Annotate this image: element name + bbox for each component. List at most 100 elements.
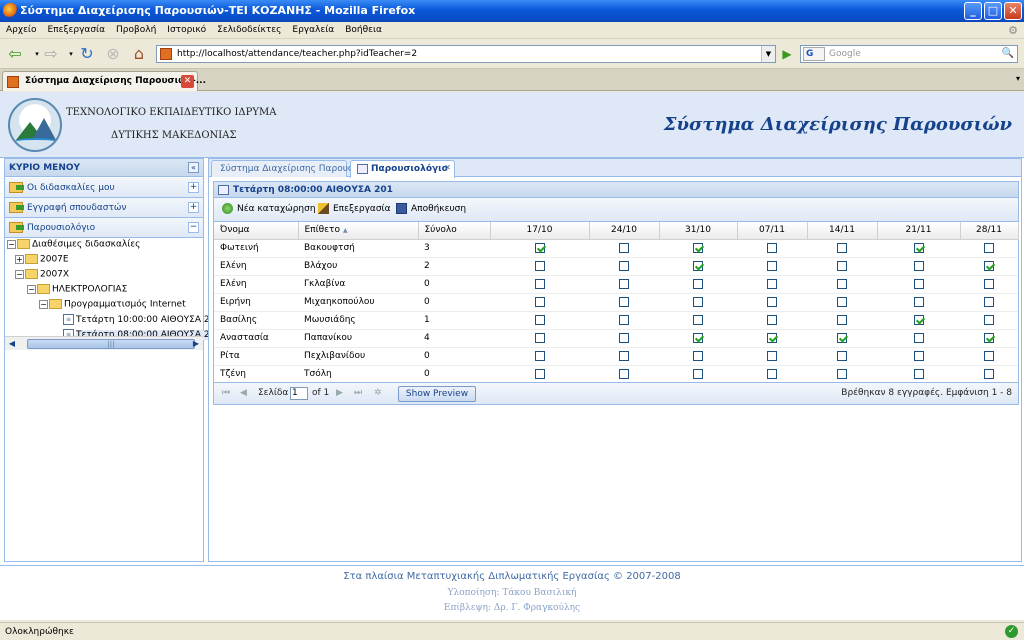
attendance-checkbox[interactable] bbox=[913, 332, 924, 343]
attendance-checkbox[interactable] bbox=[619, 350, 629, 361]
attendance-checkbox[interactable] bbox=[693, 296, 703, 307]
accordion-attendance[interactable]: Παρουσιολόγιο − bbox=[5, 218, 203, 238]
attendance-checkbox[interactable] bbox=[619, 260, 629, 271]
attendance-checkbox[interactable] bbox=[767, 260, 777, 271]
search-icon[interactable]: 🔍 bbox=[1001, 47, 1015, 61]
attendance-checkbox[interactable] bbox=[913, 296, 924, 307]
column-header-date[interactable]: 21/11 bbox=[877, 222, 961, 240]
column-header-last-name[interactable]: Επίθετο ▲ bbox=[298, 222, 419, 240]
show-preview-button[interactable]: Show Preview bbox=[398, 386, 476, 402]
table-row[interactable]: Ελένη Γκλαβίνα 0 bbox=[214, 275, 1018, 294]
tree-node-root[interactable]: − Διαθέσιμες διδασκαλίες bbox=[7, 239, 140, 254]
attendance-checkbox-checked[interactable] bbox=[837, 332, 847, 343]
attendance-checkbox[interactable] bbox=[534, 350, 545, 361]
tab-list-icon[interactable]: ▾ bbox=[1016, 74, 1020, 83]
menu-edit[interactable]: Επεξεργασία bbox=[42, 22, 111, 35]
home-icon[interactable]: ⌂ bbox=[128, 44, 150, 64]
attendance-checkbox[interactable] bbox=[767, 314, 777, 325]
accordion-label[interactable]: Παρουσιολόγιο bbox=[27, 223, 95, 233]
table-row[interactable]: Ειρήνη Μιχαηκοπούλου 0 bbox=[214, 293, 1018, 312]
attendance-checkbox[interactable] bbox=[534, 314, 545, 325]
attendance-checkbox-checked[interactable] bbox=[693, 242, 703, 253]
attendance-checkbox[interactable] bbox=[837, 368, 847, 379]
scroll-right-icon[interactable]: ▶ bbox=[190, 338, 202, 350]
next-page-icon[interactable]: ▶ bbox=[336, 388, 343, 398]
attendance-checkbox[interactable] bbox=[767, 350, 777, 361]
table-row[interactable]: Βασίλης Μωυσιάδης 1 bbox=[214, 311, 1018, 330]
attendance-checkbox-checked[interactable] bbox=[767, 332, 777, 343]
table-row[interactable]: Τζένη Τσόλη 0 bbox=[214, 365, 1018, 384]
attendance-checkbox-checked[interactable] bbox=[693, 260, 703, 271]
page-number-input[interactable]: 1 bbox=[290, 387, 308, 400]
menu-view[interactable]: Προβολή bbox=[110, 22, 161, 35]
edit-button[interactable]: Επεξεργασία bbox=[318, 203, 391, 214]
tab-label[interactable]: Σύστημα Διαχείρισης Παρουσιών bbox=[220, 164, 369, 174]
expand-icon[interactable]: + bbox=[188, 182, 199, 193]
attendance-checkbox[interactable] bbox=[837, 242, 847, 253]
attendance-checkbox[interactable] bbox=[619, 332, 629, 343]
expand-icon[interactable]: + bbox=[188, 202, 199, 213]
attendance-checkbox[interactable] bbox=[534, 278, 545, 289]
attendance-checkbox[interactable] bbox=[619, 278, 629, 289]
menu-bookmarks[interactable]: Σελιδοδείκτες bbox=[211, 22, 286, 35]
column-header-first-name[interactable]: Όνομα bbox=[214, 222, 299, 240]
collapse-icon[interactable]: − bbox=[188, 222, 199, 233]
attendance-checkbox[interactable] bbox=[767, 368, 777, 379]
close-tab-icon[interactable]: ✕ bbox=[444, 163, 451, 172]
attendance-checkbox[interactable] bbox=[984, 296, 994, 307]
column-header-total[interactable]: Σύνολο bbox=[418, 222, 491, 240]
tree-node-label[interactable]: Διαθέσιμες διδασκαλίες bbox=[32, 240, 140, 250]
tree-expander-icon[interactable]: − bbox=[27, 284, 36, 294]
column-header-date[interactable]: 17/10 bbox=[490, 222, 590, 240]
tree-node-label[interactable]: ΗΛΕΚΤΡΟΛΟΓΙΑΣ bbox=[52, 285, 127, 295]
attendance-checkbox[interactable] bbox=[837, 278, 847, 289]
search-bar[interactable]: G Google 🔍 bbox=[800, 45, 1018, 63]
collapse-panel-icon[interactable]: « bbox=[188, 162, 199, 173]
tree-node-department[interactable]: − ΗΛΕΚΤΡΟΛΟΓΙΑΣ bbox=[27, 284, 127, 299]
attendance-checkbox[interactable] bbox=[913, 368, 924, 379]
column-header-date[interactable]: 24/10 bbox=[589, 222, 660, 240]
table-row[interactable]: Ρίτα Πεχλιβανίδου 0 bbox=[214, 347, 1018, 366]
accordion-student-registration[interactable]: Εγγραφή σπουδαστών + bbox=[5, 198, 203, 218]
column-header-label[interactable]: Επίθετο bbox=[305, 225, 340, 235]
url-dropdown-icon[interactable]: ▼ bbox=[761, 46, 775, 62]
table-row[interactable]: Ελένη Βλάχου 2 bbox=[214, 257, 1018, 276]
table-row[interactable]: Αναστασία Παπανίκου 4 bbox=[214, 329, 1018, 348]
tree-expander-icon[interactable]: − bbox=[15, 269, 24, 279]
tree-node-course[interactable]: − Προγραμματισμός Internet bbox=[39, 299, 186, 314]
attendance-checkbox-checked[interactable] bbox=[984, 332, 994, 343]
attendance-checkbox[interactable] bbox=[837, 314, 847, 325]
menu-tools[interactable]: Εργαλεία bbox=[286, 22, 339, 35]
menu-help[interactable]: Βοήθεια bbox=[339, 22, 387, 35]
attendance-checkbox[interactable] bbox=[984, 368, 994, 379]
browser-tab-title[interactable]: Σύστημα Διαχείρισης Παρουσιών-... bbox=[25, 76, 206, 86]
tree-node-2007x[interactable]: − 2007Χ bbox=[15, 269, 69, 284]
attendance-checkbox[interactable] bbox=[984, 314, 994, 325]
attendance-checkbox[interactable] bbox=[693, 350, 703, 361]
attendance-checkbox[interactable] bbox=[837, 350, 847, 361]
tree-node-label[interactable]: 2007Ε bbox=[40, 255, 69, 265]
attendance-checkbox[interactable] bbox=[837, 296, 847, 307]
tree-node-session-1000[interactable]: ≡ Τετάρτη 10:00:00 ΑΙΘΟΥΣΑ 201 bbox=[63, 314, 221, 329]
refresh-icon[interactable]: ✲ bbox=[374, 388, 382, 398]
tab-system-home[interactable]: Σύστημα Διαχείρισης Παρουσιών bbox=[211, 160, 369, 177]
column-header-date[interactable]: 07/11 bbox=[737, 222, 808, 240]
browser-tab[interactable]: Σύστημα Διαχείρισης Παρουσιών-... ✕ bbox=[2, 71, 206, 91]
new-entry-button[interactable]: Νέα καταχώρηση bbox=[222, 203, 316, 214]
attendance-checkbox[interactable] bbox=[767, 296, 777, 307]
tree-node-label[interactable]: Τετάρτη 10:00:00 ΑΙΘΟΥΣΑ 201 bbox=[76, 315, 221, 325]
scrollbar-thumb[interactable]: ||| bbox=[27, 339, 195, 349]
attendance-checkbox[interactable] bbox=[913, 350, 924, 361]
forward-icon[interactable]: ⇨ bbox=[40, 44, 62, 64]
back-icon[interactable]: ⇦ bbox=[4, 44, 26, 64]
column-header-date[interactable]: 28/11 bbox=[960, 222, 1019, 240]
url-bar[interactable]: http://localhost/attendance/teacher.php?… bbox=[156, 45, 776, 63]
menu-history[interactable]: Ιστορικό bbox=[161, 22, 211, 35]
first-page-icon[interactable]: ⏮ bbox=[222, 388, 230, 398]
attendance-checkbox[interactable] bbox=[767, 242, 777, 253]
attendance-checkbox[interactable] bbox=[619, 314, 629, 325]
attendance-checkbox[interactable] bbox=[619, 296, 629, 307]
attendance-checkbox[interactable] bbox=[984, 242, 994, 253]
close-window-button[interactable]: ✕ bbox=[1004, 2, 1022, 20]
url-text[interactable]: http://localhost/attendance/teacher.php?… bbox=[177, 49, 417, 59]
